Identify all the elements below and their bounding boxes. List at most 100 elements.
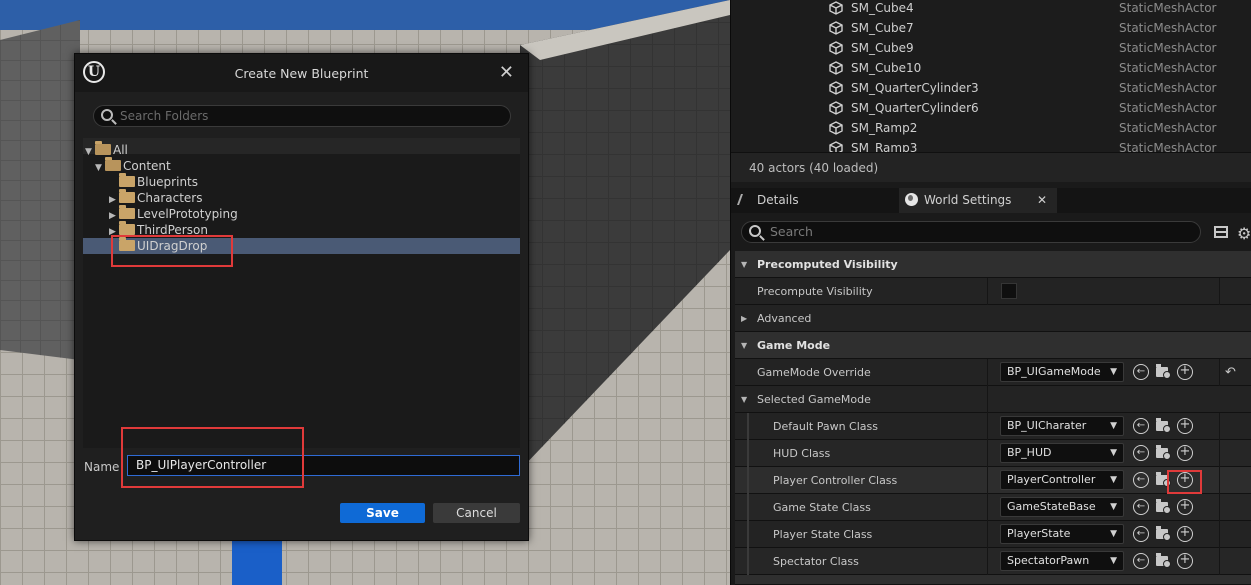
indent-guide <box>747 467 749 494</box>
folder-tree: ▼ All ▼ Content Blueprints ▶ Characters ▶ Le… <box>83 138 520 448</box>
use-selected-icon[interactable]: ← <box>1133 472 1149 488</box>
tab-details[interactable]: Details <box>736 188 799 213</box>
chevron-down-icon: ▼ <box>1110 448 1117 458</box>
highlight-box-folder <box>111 235 233 267</box>
folder-icon <box>119 221 135 235</box>
hud-class-dropdown[interactable]: BP_HUD ▼ <box>1000 443 1124 463</box>
actor-count-status: 40 actors (40 loaded) <box>731 152 1251 182</box>
magnifier-icon <box>1163 371 1171 379</box>
use-selected-icon[interactable]: ← <box>1133 526 1149 542</box>
add-new-icon[interactable]: + <box>1177 499 1193 515</box>
chevron-down-icon: ▼ <box>741 395 748 404</box>
use-selected-icon[interactable]: ← <box>1133 418 1149 434</box>
dropdown-value: BP_HUD <box>1007 446 1052 459</box>
property-label: GameMode Override <box>757 366 871 379</box>
actor-name: SM_Ramp2 <box>851 121 918 135</box>
player-controller-class-dropdown[interactable]: PlayerController ▼ <box>1000 470 1124 490</box>
static-mesh-icon <box>829 101 843 115</box>
outliner-row[interactable]: SM_Cube7 StaticMeshActor <box>731 18 1251 38</box>
browse-asset-icon[interactable] <box>1155 499 1171 515</box>
actor-name: SM_Ramp3 <box>851 141 918 152</box>
tree-item-label: Characters <box>137 191 203 205</box>
outliner-row[interactable]: SM_Ramp3 StaticMeshActor <box>731 138 1251 152</box>
save-button[interactable]: Save <box>340 503 425 523</box>
actor-type: StaticMeshActor <box>1119 81 1217 95</box>
add-new-icon[interactable]: + <box>1177 526 1193 542</box>
tree-item-content-label: Content <box>123 159 171 173</box>
tree-item-characters[interactable]: ▶ Characters <box>109 189 203 206</box>
add-new-icon[interactable]: + <box>1177 418 1193 434</box>
chevron-down-icon: ▼ <box>1110 556 1117 566</box>
static-mesh-icon <box>829 141 843 152</box>
column-divider <box>987 386 988 413</box>
property-label: Spectator Class <box>773 555 859 568</box>
tab-world-settings[interactable]: World Settings ✕ <box>899 188 1057 213</box>
browse-asset-icon[interactable] <box>1155 553 1171 569</box>
use-selected-icon[interactable]: ← <box>1133 445 1149 461</box>
actor-name: SM_QuarterCylinder6 <box>851 101 979 115</box>
close-icon[interactable]: ✕ <box>499 62 514 83</box>
details-search-placeholder: Search <box>770 224 813 239</box>
viewport-blue-cube <box>232 540 282 585</box>
use-selected-icon[interactable]: ← <box>1133 499 1149 515</box>
property-label: Selected GameMode <box>757 393 871 406</box>
property-label: Default Pawn Class <box>773 420 878 433</box>
cancel-button[interactable]: Cancel <box>433 503 520 523</box>
name-label: Name <box>84 460 120 474</box>
outliner-list: SM_Cube4 StaticMeshActor SM_Cube7 StaticMes… <box>731 0 1251 152</box>
reset-to-default-icon[interactable]: ↶ <box>1225 359 1236 386</box>
row-selected-gamemode[interactable]: ▼ Selected GameMode <box>735 386 1251 413</box>
browse-asset-icon[interactable] <box>1155 418 1171 434</box>
column-divider <box>1219 467 1220 494</box>
actor-type: StaticMeshActor <box>1119 121 1217 135</box>
chevron-down-icon: ▼ <box>741 341 748 350</box>
property-label: Player Controller Class <box>773 474 898 487</box>
browse-asset-icon[interactable] <box>1155 445 1171 461</box>
dialog-titlebar[interactable]: U Create New Blueprint ✕ <box>75 54 528 92</box>
use-selected-icon[interactable]: ← <box>1133 553 1149 569</box>
gamemode-override-dropdown[interactable]: BP_UIGameMode ▼ <box>1000 362 1124 382</box>
indent-guide <box>747 494 749 521</box>
tree-item-all[interactable]: ▼ All <box>85 141 128 160</box>
actor-type: StaticMeshActor <box>1119 141 1217 152</box>
tree-item-blueprints[interactable]: Blueprints <box>109 173 198 190</box>
add-new-icon[interactable]: + <box>1177 364 1193 380</box>
add-new-icon[interactable]: + <box>1177 445 1193 461</box>
outliner-row[interactable]: SM_Cube9 StaticMeshActor <box>731 38 1251 58</box>
outliner-row[interactable]: SM_Cube4 StaticMeshActor <box>731 0 1251 18</box>
category-game-mode[interactable]: ▼ Game Mode <box>735 332 1251 359</box>
outliner-row[interactable]: SM_Cube10 StaticMeshActor <box>731 58 1251 78</box>
row-advanced[interactable]: ▶ Advanced <box>735 305 1251 332</box>
use-selected-icon[interactable]: ← <box>1133 364 1149 380</box>
outliner-row[interactable]: SM_QuarterCylinder6 StaticMeshActor <box>731 98 1251 118</box>
browse-asset-icon[interactable] <box>1155 526 1171 542</box>
actor-type: StaticMeshActor <box>1119 101 1217 115</box>
chevron-down-icon: ▼ <box>1110 367 1117 377</box>
tree-item-levelprototyping[interactable]: ▶ LevelPrototyping <box>109 205 238 222</box>
details-icon <box>736 194 754 205</box>
chevron-down-icon[interactable]: ▼ <box>95 160 105 176</box>
gear-icon[interactable]: ⚙ <box>1237 224 1251 243</box>
tree-item-content[interactable]: ▼ Content <box>95 157 171 176</box>
actor-name: SM_QuarterCylinder3 <box>851 81 979 95</box>
column-divider <box>1219 494 1220 521</box>
category-precomputed-visibility[interactable]: ▼ Precomputed Visibility <box>735 251 1251 278</box>
default-pawn-class-dropdown[interactable]: BP_UICharater ▼ <box>1000 416 1124 436</box>
indent-guide <box>747 521 749 548</box>
details-search-input[interactable]: Search <box>741 221 1201 243</box>
row-default-pawn-class: Default Pawn Class BP_UICharater ▼ ← + <box>735 413 1251 440</box>
chevron-down-icon[interactable]: ▼ <box>85 144 95 160</box>
spectator-class-dropdown[interactable]: SpectatorPawn ▼ <box>1000 551 1124 571</box>
browse-asset-icon[interactable] <box>1155 364 1171 380</box>
magnifier-icon <box>1163 560 1171 568</box>
outliner-row[interactable]: SM_QuarterCylinder3 StaticMeshActor <box>731 78 1251 98</box>
magnifier-icon <box>1163 425 1171 433</box>
search-folders-input[interactable]: Search Folders <box>93 105 511 127</box>
player-state-class-dropdown[interactable]: PlayerState ▼ <box>1000 524 1124 544</box>
view-options-icon[interactable] <box>1214 226 1228 238</box>
precompute-visibility-checkbox[interactable] <box>1001 283 1017 299</box>
outliner-row[interactable]: SM_Ramp2 StaticMeshActor <box>731 118 1251 138</box>
game-state-class-dropdown[interactable]: GameStateBase ▼ <box>1000 497 1124 517</box>
close-tab-icon[interactable]: ✕ <box>1037 188 1047 213</box>
add-new-icon[interactable]: + <box>1177 553 1193 569</box>
